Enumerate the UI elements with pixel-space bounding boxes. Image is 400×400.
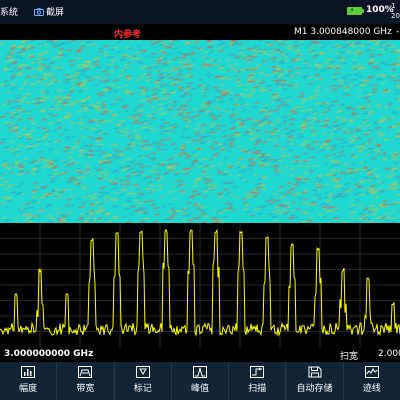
softkey-label: 自动存储 (296, 384, 333, 394)
softkey-marker[interactable]: 标记 (113, 362, 171, 400)
softkey-label: 标记 (133, 384, 152, 394)
softkey-label: 带宽 (76, 384, 95, 394)
sweep-icon (249, 365, 265, 379)
softkey-menu: 幅度 带宽 标记 峰值 扫描 自动存储 迹线 (0, 362, 400, 400)
softkey-trace[interactable]: 迹线 (342, 362, 400, 400)
screenshot-button[interactable]: 截屏 (34, 5, 64, 18)
softkey-bandwidth[interactable]: 带宽 (56, 362, 113, 400)
reference-label: 内参考 (114, 30, 142, 40)
center-frequency[interactable]: 3.000000000 GHz (4, 349, 93, 359)
bandwidth-icon (77, 365, 93, 379)
waterfall-display[interactable] (0, 40, 400, 223)
span-value[interactable]: 2.000 (378, 349, 400, 359)
trace-icon (364, 365, 380, 379)
clock-line-2: 20 (391, 12, 400, 20)
amplitude-icon (20, 365, 36, 379)
battery-percent: 100% (366, 5, 394, 15)
save-icon (307, 365, 323, 379)
top-status-bar: 系统 截屏 ⚡ 100% 1 20 (0, 0, 400, 24)
softkey-sweep[interactable]: 扫描 (228, 362, 285, 400)
frequency-bar: 3.000000000 GHz 扫宽 2.000 (0, 347, 400, 362)
softkey-peak[interactable]: 峰值 (170, 362, 228, 400)
system-menu[interactable]: 系统 (0, 5, 18, 18)
softkey-label: 峰值 (190, 384, 209, 394)
spectrum-trace-display[interactable] (0, 223, 400, 347)
span-label: 扫宽 (340, 352, 359, 362)
marker-readout: M1 3.000848000 GHz (294, 27, 392, 37)
softkey-label: 幅度 (19, 384, 38, 394)
marker-icon (135, 365, 151, 379)
camera-icon (34, 8, 44, 16)
peak-icon (192, 365, 208, 379)
marker-trailing: - (396, 27, 400, 37)
softkey-label: 扫描 (248, 384, 267, 394)
clock-line-1: 1 (391, 2, 396, 10)
softkey-amplitude[interactable]: 幅度 (0, 362, 56, 400)
battery-icon: ⚡ (347, 7, 364, 15)
softkey-auto-save[interactable]: 自动存储 (285, 362, 342, 400)
softkey-label: 迹线 (362, 384, 381, 394)
screenshot-label: 截屏 (46, 8, 65, 18)
